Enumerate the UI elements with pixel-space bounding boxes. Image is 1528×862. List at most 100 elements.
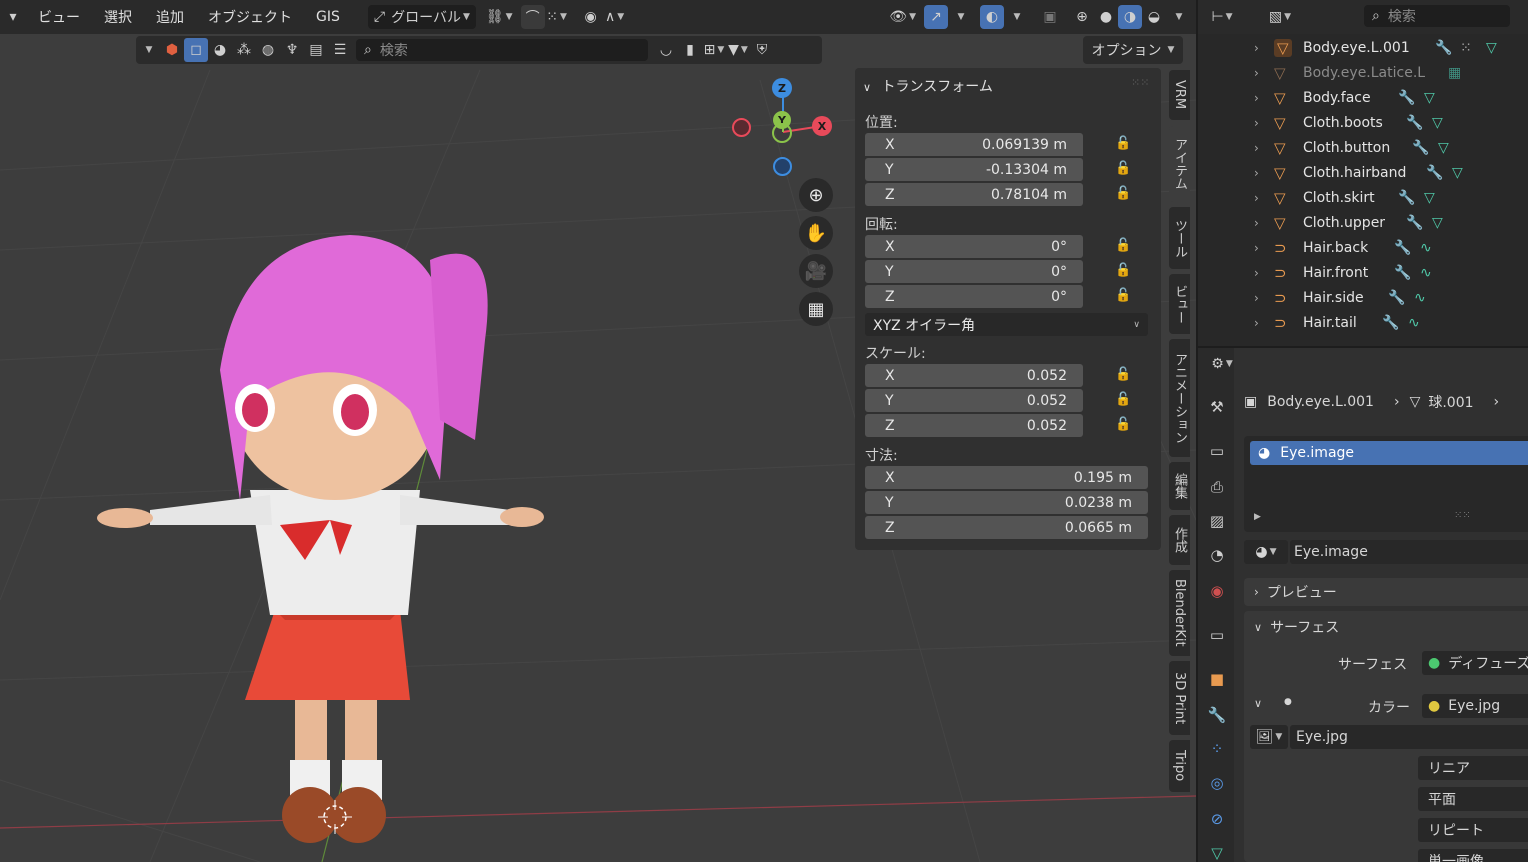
tab-item[interactable]: アイテム bbox=[1169, 126, 1190, 202]
image-source-dropdown[interactable]: 単一画像 bbox=[1418, 849, 1528, 862]
mesh-data-icon[interactable]: ▽ bbox=[1438, 140, 1449, 156]
menu-select[interactable]: 選択 bbox=[92, 7, 144, 27]
dimensions-y-field[interactable]: Y 0.0238 m bbox=[865, 491, 1148, 514]
object-mode-icon[interactable]: ◻ bbox=[184, 38, 208, 62]
expand-arrow-icon[interactable]: › bbox=[1254, 141, 1259, 155]
modifier-wrench-icon[interactable]: 🔧 bbox=[1394, 240, 1411, 256]
proportional-edit-icon[interactable]: ◉ bbox=[579, 5, 603, 29]
snap-toggle-icon[interactable]: ⌒ bbox=[520, 5, 545, 29]
modifier-wrench-icon[interactable]: 🔧 bbox=[1426, 165, 1443, 181]
gizmo-neg-x-axis[interactable] bbox=[732, 118, 751, 137]
lock-icon[interactable]: 🔓 bbox=[1115, 263, 1131, 278]
mesh-data-icon[interactable]: ▽ bbox=[1432, 115, 1443, 131]
particles-icon[interactable]: ⁙ bbox=[1460, 40, 1472, 56]
expand-arrow-icon[interactable]: › bbox=[1254, 116, 1259, 130]
surface-panel-header[interactable]: ∨ サーフェス bbox=[1254, 617, 1339, 637]
lock-icon[interactable]: 🔓 bbox=[1115, 136, 1131, 151]
material-icon[interactable]: ◕ bbox=[208, 38, 232, 62]
modifier-wrench-icon[interactable]: 🔧 bbox=[1382, 315, 1399, 331]
mesh-data-icon[interactable]: ▽ bbox=[1432, 215, 1443, 231]
tab-blenderkit[interactable]: BlenderKit bbox=[1169, 570, 1190, 656]
lock-icon[interactable]: 🔓 bbox=[1115, 288, 1131, 303]
expand-arrow-icon[interactable]: › bbox=[1254, 91, 1259, 105]
funnel-filter-icon[interactable]: ▼ ▼ bbox=[726, 38, 750, 62]
scale-x-field[interactable]: X 0.052 bbox=[865, 364, 1083, 387]
properties-editor-type-icon[interactable]: ⚙ ▼ bbox=[1210, 352, 1234, 376]
outliner-row[interactable]: › ▽ Cloth.boots 🔧 ▽ bbox=[1198, 110, 1528, 135]
tab-edit[interactable]: 編集 bbox=[1169, 462, 1190, 510]
sort-icon[interactable]: ◡ bbox=[654, 38, 678, 62]
tab-animation[interactable]: アニメーション bbox=[1169, 339, 1190, 457]
rotation-y-field[interactable]: Y 0° bbox=[865, 260, 1083, 283]
particles-icon[interactable]: ⁂ bbox=[232, 38, 256, 62]
expand-arrow-icon[interactable]: › bbox=[1254, 41, 1259, 55]
editor-type-chevron-icon[interactable]: ▾ bbox=[0, 5, 26, 29]
curve-data-icon[interactable]: ∿ bbox=[1414, 290, 1426, 306]
shading-solid-icon[interactable]: ● bbox=[1094, 5, 1118, 29]
resize-handle-icon[interactable]: ⁙⁙ bbox=[1454, 510, 1471, 521]
outliner-search-input[interactable]: ⌕ 検索 bbox=[1364, 5, 1510, 27]
expand-arrow-icon[interactable]: › bbox=[1254, 316, 1259, 330]
expand-arrow-icon[interactable]: › bbox=[1254, 66, 1259, 80]
mesh-data-icon[interactable]: ▽ bbox=[1452, 165, 1463, 181]
lock-icon[interactable]: 🔓 bbox=[1115, 392, 1131, 407]
lock-icon[interactable]: 🔓 bbox=[1115, 417, 1131, 432]
outliner-row[interactable]: › ⊃ Hair.tail 🔧 ∿ bbox=[1198, 310, 1528, 335]
modifier-wrench-icon[interactable]: 🔧 bbox=[1412, 140, 1429, 156]
data-tab-icon[interactable]: ▽ bbox=[1206, 842, 1228, 862]
falloff-icon[interactable]: ∧ ▼ bbox=[603, 5, 627, 29]
tab-3d-print[interactable]: 3D Print bbox=[1169, 661, 1190, 735]
physics-tab-icon[interactable]: ◎ bbox=[1206, 772, 1228, 794]
gizmo-x-axis[interactable]: X bbox=[812, 116, 832, 136]
modifier-wrench-icon[interactable]: 🔧 bbox=[1406, 115, 1423, 131]
tab-tripo[interactable]: Tripo bbox=[1169, 740, 1190, 792]
menu-gis[interactable]: GIS bbox=[304, 9, 352, 25]
modifier-wrench-icon[interactable]: 🔧 bbox=[1388, 290, 1405, 306]
material-slot-item[interactable]: ◕ Eye.image bbox=[1250, 441, 1528, 465]
snap-target-icon[interactable]: ⁙ ▼ bbox=[545, 5, 569, 29]
world-icon[interactable]: ◍ bbox=[256, 38, 280, 62]
curve-data-icon[interactable]: ∿ bbox=[1420, 240, 1432, 256]
mesh-data-icon[interactable]: ▽ bbox=[1424, 190, 1435, 206]
menu-add[interactable]: 追加 bbox=[144, 7, 196, 27]
rotation-z-field[interactable]: Z 0° bbox=[865, 285, 1083, 308]
extension-dropdown[interactable]: リピート bbox=[1418, 818, 1528, 842]
gizmo-toggle-icon[interactable]: ↗ bbox=[924, 5, 948, 29]
surface-shader-field[interactable]: ● ディフューズ bbox=[1422, 651, 1528, 675]
image-browse-button[interactable]: 🖼 ▼ bbox=[1250, 725, 1288, 749]
shading-wireframe-icon[interactable]: ⊕ bbox=[1070, 5, 1094, 29]
options-dropdown[interactable]: オプション ▼ bbox=[1083, 36, 1183, 64]
gizmo-neg-y-axis[interactable] bbox=[772, 123, 792, 143]
gizmo-dropdown-icon[interactable]: ▼ bbox=[948, 5, 972, 29]
modifier-wrench-icon[interactable]: 🔧 bbox=[1406, 215, 1423, 231]
expand-arrow-icon[interactable]: › bbox=[1254, 216, 1259, 230]
shield-icon[interactable]: ⛨ bbox=[750, 38, 774, 62]
viewport-search-input[interactable]: ⌕ 検索 bbox=[356, 39, 648, 61]
curve-data-icon[interactable]: ∿ bbox=[1408, 315, 1420, 331]
outliner-row[interactable]: › ▽ Cloth.hairband 🔧 ▽ bbox=[1198, 160, 1528, 185]
shading-material-icon[interactable]: ◑ bbox=[1118, 5, 1142, 29]
gizmo-neg-z-axis[interactable] bbox=[773, 157, 792, 176]
constraint-icon[interactable]: ☰ bbox=[328, 38, 352, 62]
outliner-row[interactable]: › ▽ Cloth.skirt 🔧 ▽ bbox=[1198, 185, 1528, 210]
tab-create[interactable]: 作成 bbox=[1169, 515, 1190, 565]
outliner-row[interactable]: › ▽ Body.eye.Latice.L ▦ bbox=[1198, 60, 1528, 85]
armature-icon[interactable]: ♆ bbox=[280, 38, 304, 62]
tab-tool[interactable]: ツール bbox=[1169, 207, 1190, 269]
collection-tab-icon[interactable]: ▭ bbox=[1206, 624, 1228, 646]
dimensions-x-field[interactable]: X 0.195 m bbox=[865, 466, 1148, 489]
expand-arrow-icon[interactable]: › bbox=[1254, 166, 1259, 180]
mesh-data-icon[interactable]: ▽ bbox=[1486, 40, 1497, 56]
outliner-row[interactable]: › ▽ Cloth.button 🔧 ▽ bbox=[1198, 135, 1528, 160]
dimensions-z-field[interactable]: Z 0.0665 m bbox=[865, 516, 1148, 539]
chevron-down-icon[interactable]: ∨ bbox=[1254, 697, 1262, 710]
drag-handle-icon[interactable]: ⁙⁙ bbox=[1131, 76, 1149, 89]
filter-chevron-icon[interactable]: ▼ bbox=[136, 38, 160, 62]
mesh-data-icon[interactable]: ▽ bbox=[1424, 90, 1435, 106]
lattice-data-icon[interactable]: ▦ bbox=[1448, 65, 1461, 81]
overlay-toggle-icon[interactable]: ◐ bbox=[980, 5, 1004, 29]
location-y-field[interactable]: Y -0.13304 m bbox=[865, 158, 1083, 181]
modifier-wrench-icon[interactable]: 🔧 bbox=[1435, 40, 1452, 56]
tool-tab-icon[interactable]: ⚒ bbox=[1206, 396, 1228, 418]
outliner-editor-type-icon[interactable]: ⊢ ▼ bbox=[1210, 5, 1234, 29]
